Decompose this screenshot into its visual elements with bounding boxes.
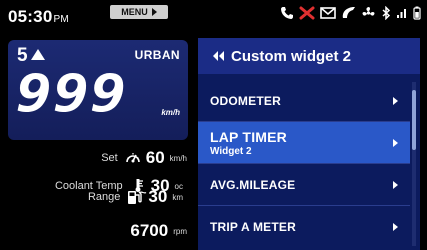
menu-item-label: LAP TIMER xyxy=(210,128,287,145)
speed-panel: 5 URBAN 999 km/h xyxy=(8,40,188,140)
menu-item-sublabel: Widget 2 xyxy=(210,145,252,157)
clock: 05:30PM xyxy=(8,7,69,27)
menu-item-odometer[interactable]: ODOMETER xyxy=(198,80,410,122)
cruise-control-icon xyxy=(124,150,142,166)
fuel-pump-icon xyxy=(126,189,144,205)
back-icon[interactable] xyxy=(210,50,226,62)
range-value: 30 xyxy=(148,187,168,206)
range-label: Range xyxy=(87,191,121,203)
menu-item-label: TRIP A METER xyxy=(210,220,296,234)
gear-value: 5 xyxy=(17,45,28,66)
range-row-content: Range 30 km xyxy=(88,186,183,208)
set-speed-row: Set 60 km/h xyxy=(101,147,187,169)
bluetooth-icon xyxy=(382,6,391,20)
message-icon xyxy=(320,7,336,19)
menu-header[interactable]: Custom widget 2 xyxy=(198,38,420,74)
shift-up-icon xyxy=(30,49,45,60)
menu-button-label: MENU xyxy=(121,7,148,17)
battery-icon xyxy=(413,6,421,20)
menu-button[interactable]: MENU xyxy=(110,5,168,19)
rpm-unit: rpm xyxy=(173,226,187,236)
speed-unit: km/h xyxy=(161,108,180,117)
menu-scrollbar-thumb[interactable] xyxy=(412,90,416,150)
menu-title: Custom widget 2 xyxy=(231,47,352,65)
set-speed-unit: km/h xyxy=(169,153,187,163)
fan-icon xyxy=(362,7,375,16)
rpm-value: 6700 xyxy=(130,221,169,240)
status-icons xyxy=(280,6,421,20)
signal-icon xyxy=(397,9,406,18)
menu-item-label: AVG.MILEAGE xyxy=(210,177,296,192)
navigation-icon xyxy=(342,7,355,18)
menu-scrollbar[interactable] xyxy=(412,82,416,246)
clock-time: 05:30 xyxy=(8,7,53,26)
menu-item-trip-a-meter[interactable]: TRIP A METER xyxy=(198,206,410,248)
chevron-right-icon xyxy=(393,96,398,105)
muted-icon xyxy=(299,6,315,20)
set-speed-value: 60 xyxy=(145,148,165,167)
menu-item-lap-timer[interactable]: LAP TIMER Widget 2 xyxy=(198,122,410,164)
status-bar: 05:30PM MENU xyxy=(0,0,427,30)
call-icon xyxy=(281,7,293,19)
menu-item-avg-mileage[interactable]: AVG.MILEAGE xyxy=(198,164,410,206)
range-unit: km xyxy=(172,192,183,202)
chevron-right-icon xyxy=(393,180,398,189)
chevron-right-icon xyxy=(393,223,398,231)
widget-menu: Custom widget 2 ODOMETER LAP TIMER Widge… xyxy=(198,38,420,250)
set-speed-label: Set xyxy=(101,152,118,164)
menu-item-label: ODOMETER xyxy=(210,93,281,108)
ride-mode: URBAN xyxy=(134,48,180,62)
rpm-row: 6700 rpm xyxy=(126,220,187,242)
chevron-right-icon xyxy=(393,138,398,147)
speed-value: 999 xyxy=(16,64,128,124)
clock-ampm: PM xyxy=(53,14,69,25)
play-arrow-icon xyxy=(151,8,157,16)
